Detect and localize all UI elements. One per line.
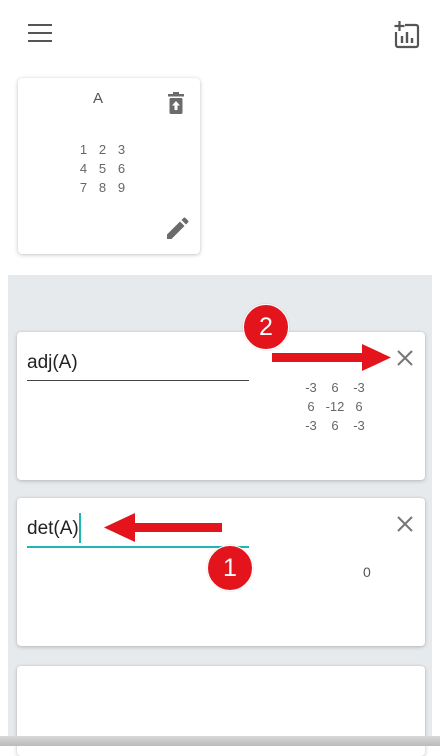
matrix-cell: -3	[353, 380, 365, 395]
result-matrix: -3 6 -3 6 -12 6 -3 6 -3	[299, 378, 371, 435]
matrix-cell: 6	[117, 161, 126, 176]
bottom-edge	[0, 736, 440, 746]
matrix-cell: 1	[79, 142, 88, 157]
add-chart-icon[interactable]	[393, 20, 423, 50]
matrix-cell: 4	[79, 161, 88, 176]
pencil-icon[interactable]	[164, 216, 190, 242]
hamburger-menu-icon[interactable]	[28, 24, 56, 46]
matrix-row: -3 6 -3	[299, 416, 371, 435]
matrix-cell: 8	[98, 180, 107, 195]
close-icon[interactable]	[395, 348, 415, 368]
step-badge: 2	[243, 304, 289, 350]
result-value: 0	[363, 564, 371, 580]
matrix-row: 6 -12 6	[299, 397, 371, 416]
expression-card: -3 6 -3 6 -12 6 -3 6 -3	[17, 332, 425, 480]
matrix-cell: 5	[98, 161, 107, 176]
matrix-card-a[interactable]: A 123 456 789	[18, 78, 200, 254]
matrix-row: -3 6 -3	[299, 378, 371, 397]
matrix-cell: 6	[355, 399, 363, 414]
expression-input[interactable]	[27, 514, 249, 548]
text-cursor	[79, 513, 81, 543]
expression-input[interactable]	[27, 348, 249, 381]
matrix-row: 456	[74, 159, 131, 178]
matrix-row: 123	[74, 140, 131, 159]
matrix-cell: 2	[98, 142, 107, 157]
matrix-cell: 6	[331, 380, 339, 395]
close-icon[interactable]	[395, 514, 415, 534]
matrix-cell: 6	[307, 399, 315, 414]
matrix-cell: -3	[353, 418, 365, 433]
matrix-cell: 9	[117, 180, 126, 195]
matrix-values: 123 456 789	[74, 140, 131, 197]
matrix-cell: 3	[117, 142, 126, 157]
top-toolbar	[0, 0, 440, 70]
matrix-cell: 7	[79, 180, 88, 195]
trash-icon[interactable]	[166, 92, 188, 116]
matrix-cell: 6	[331, 418, 339, 433]
matrix-cell: -3	[305, 418, 317, 433]
matrix-cell: -12	[325, 399, 345, 414]
matrix-row: 789	[74, 178, 131, 197]
matrix-name: A	[92, 90, 103, 107]
matrix-cell: -3	[305, 380, 317, 395]
step-badge: 1	[207, 545, 253, 591]
